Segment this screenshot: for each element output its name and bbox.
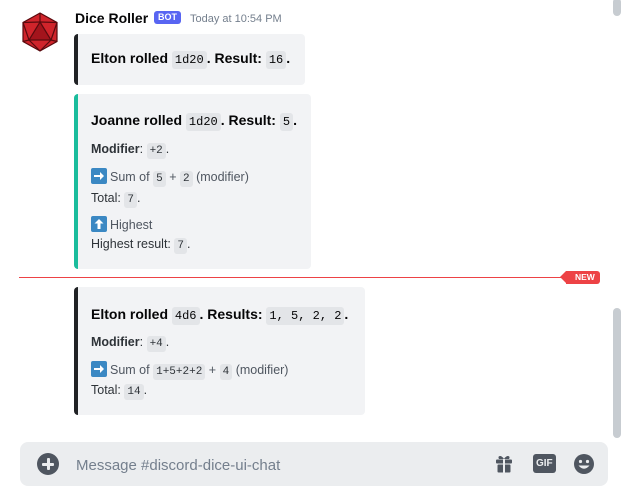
chat-window: Dice Roller BOT Today at 10:54 PM Elton … [0,0,623,495]
d20-icon [22,12,58,52]
message-timestamp[interactable]: Today at 10:54 PM [190,13,282,25]
scrollbar[interactable] [613,0,621,438]
highest-result-line: Highest result: 7. [91,237,191,254]
total-value: 14 [124,384,144,400]
highest-line: Highest [91,216,152,232]
message-input[interactable] [74,442,478,488]
gift-icon[interactable] [493,453,515,475]
embed-title: Elton rolled 4d6. Results: 1, 5, 2, 2. [91,306,349,325]
roll-embed: Elton rolled 4d6. Results: 1, 5, 2, 2. M… [74,287,365,415]
total-line: Total: 14. [91,383,148,400]
total-line: Total: 7. [91,191,141,208]
arrow-right-icon [91,168,107,184]
roll-embed: Joanne rolled 1d20. Result: 5. Modifier:… [74,94,311,269]
arrow-right-icon [91,361,107,377]
plus-icon[interactable] [37,453,59,475]
modifier-value: +4 [146,336,166,352]
bot-badge: BOT [154,11,181,24]
message-composer: GIF [20,442,608,488]
emoji-icon[interactable] [573,453,595,475]
new-messages-badge: NEW [560,271,600,284]
total-value: 7 [124,192,137,208]
embed-title: Elton rolled 1d20. Result: 16. [91,50,291,69]
gif-icon[interactable]: GIF [533,454,556,473]
dice-notation: 1d20 [171,51,207,69]
arrow-up-icon [91,216,107,232]
roll-results: 1, 5, 2, 2 [266,307,345,325]
modifier-line: Modifier: +2. [91,142,170,159]
sum-line: Sum of 5 + 2 (modifier) [91,168,249,187]
scrollbar-track-top [613,0,621,16]
roll-embed: Elton rolled 1d20. Result: 16. [74,34,305,85]
dice-notation: 4d6 [171,307,200,325]
highest-result-value: 7 [174,238,187,254]
new-messages-divider [19,277,595,278]
bot-avatar[interactable] [20,12,60,52]
sum-line: Sum of 1+5+2+2 + 4 (modifier) [91,361,288,380]
dice-notation: 1d20 [185,113,221,131]
scrollbar-thumb[interactable] [613,308,621,438]
roll-result: 5 [279,113,294,131]
roll-result: 16 [265,51,287,69]
author-name[interactable]: Dice Roller [75,10,148,26]
modifier-line: Modifier: +4. [91,335,170,352]
modifier-value: +2 [146,143,166,159]
embed-title: Joanne rolled 1d20. Result: 5. [91,112,297,131]
